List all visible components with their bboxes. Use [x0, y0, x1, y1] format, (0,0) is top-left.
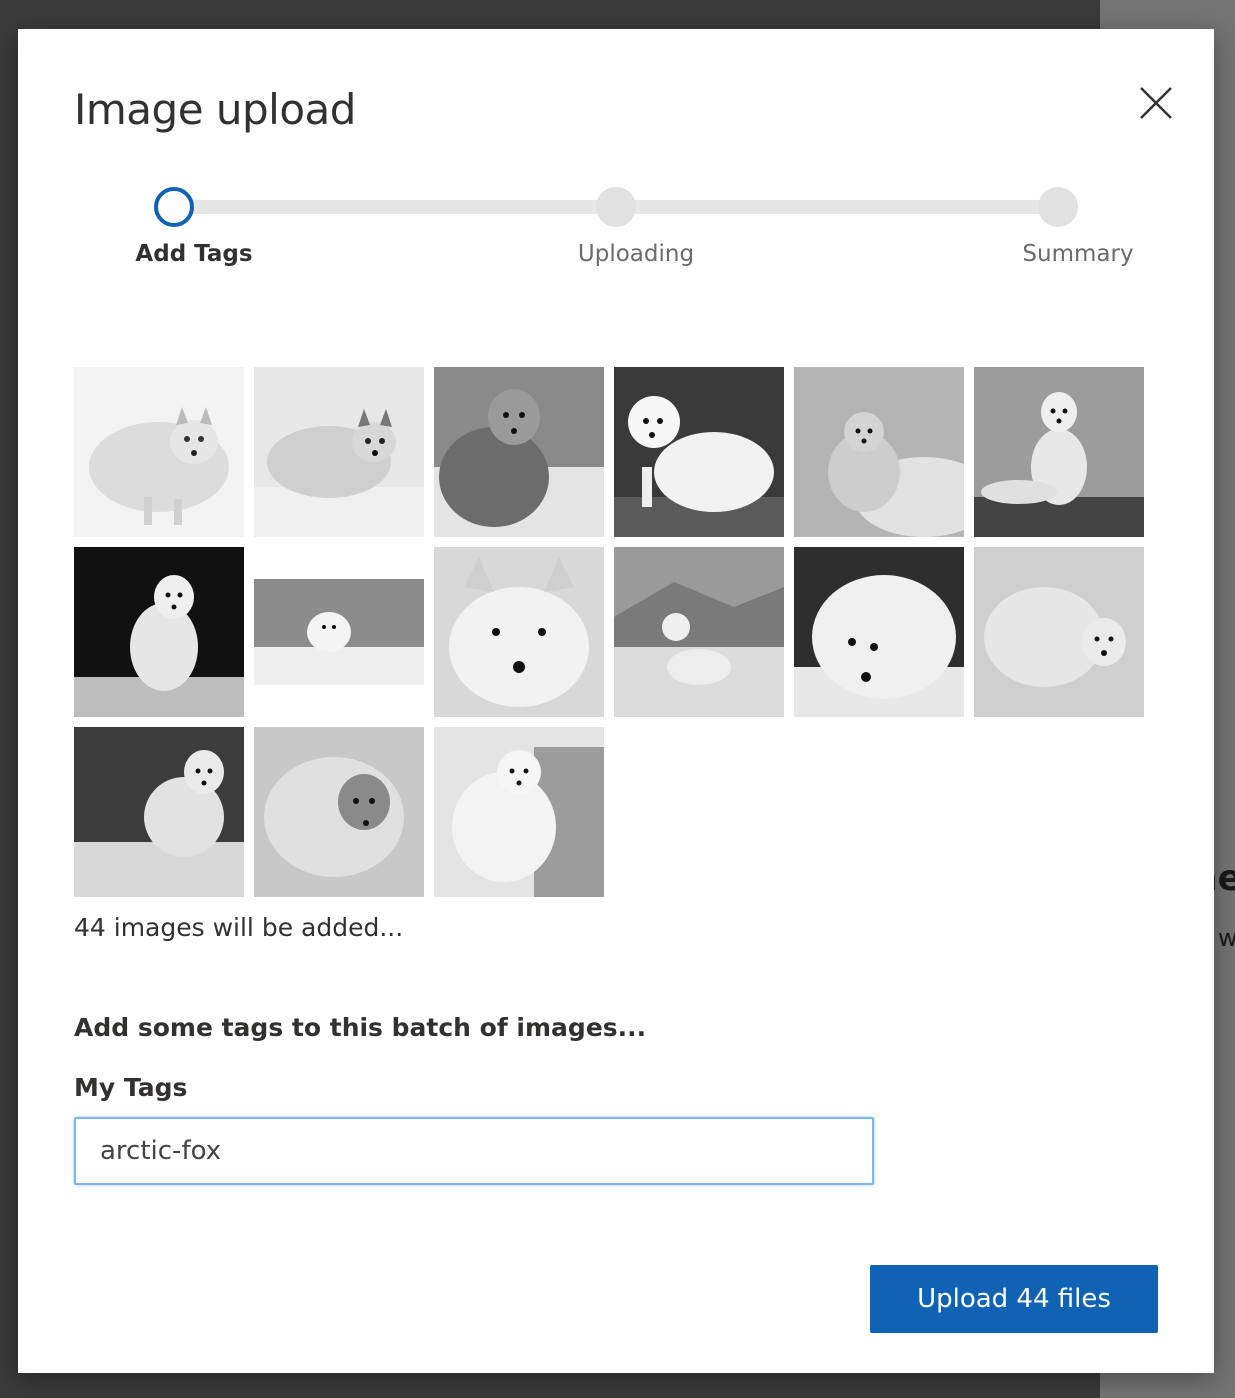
image-upload-dialog: Image upload Add Tags Uploading Summary	[18, 29, 1214, 1373]
thumbnail[interactable]	[974, 547, 1144, 717]
thumbnail[interactable]	[794, 367, 964, 537]
upload-files-button[interactable]: Upload 44 files	[870, 1265, 1158, 1333]
thumbnail[interactable]	[794, 547, 964, 717]
thumbnail[interactable]	[434, 727, 604, 897]
progress-stepper: Add Tags Uploading Summary	[18, 29, 1214, 289]
step-dot-add-tags	[154, 187, 194, 227]
thumbnail[interactable]	[74, 547, 244, 717]
image-count-text: 44 images will be added...	[74, 913, 404, 942]
thumbnail[interactable]	[254, 727, 424, 897]
my-tags-label: My Tags	[74, 1073, 188, 1102]
step-dot-uploading	[596, 187, 636, 227]
tags-section-heading: Add some tags to this batch of images...	[74, 1013, 647, 1042]
step-label-uploading: Uploading	[577, 241, 695, 267]
step-dot-summary	[1038, 187, 1078, 227]
thumbnail[interactable]	[434, 547, 604, 717]
thumbnail[interactable]	[434, 367, 604, 537]
thumbnail[interactable]	[254, 547, 424, 717]
step-label-summary: Summary	[1022, 241, 1134, 267]
thumbnail[interactable]	[74, 367, 244, 537]
step-label-add-tags: Add Tags	[135, 241, 253, 267]
thumbnail[interactable]	[254, 367, 424, 537]
thumbnail[interactable]	[74, 727, 244, 897]
thumbnail[interactable]	[614, 547, 784, 717]
thumbnail[interactable]	[614, 367, 784, 537]
my-tags-input[interactable]	[74, 1117, 874, 1185]
thumbnail[interactable]	[974, 367, 1144, 537]
